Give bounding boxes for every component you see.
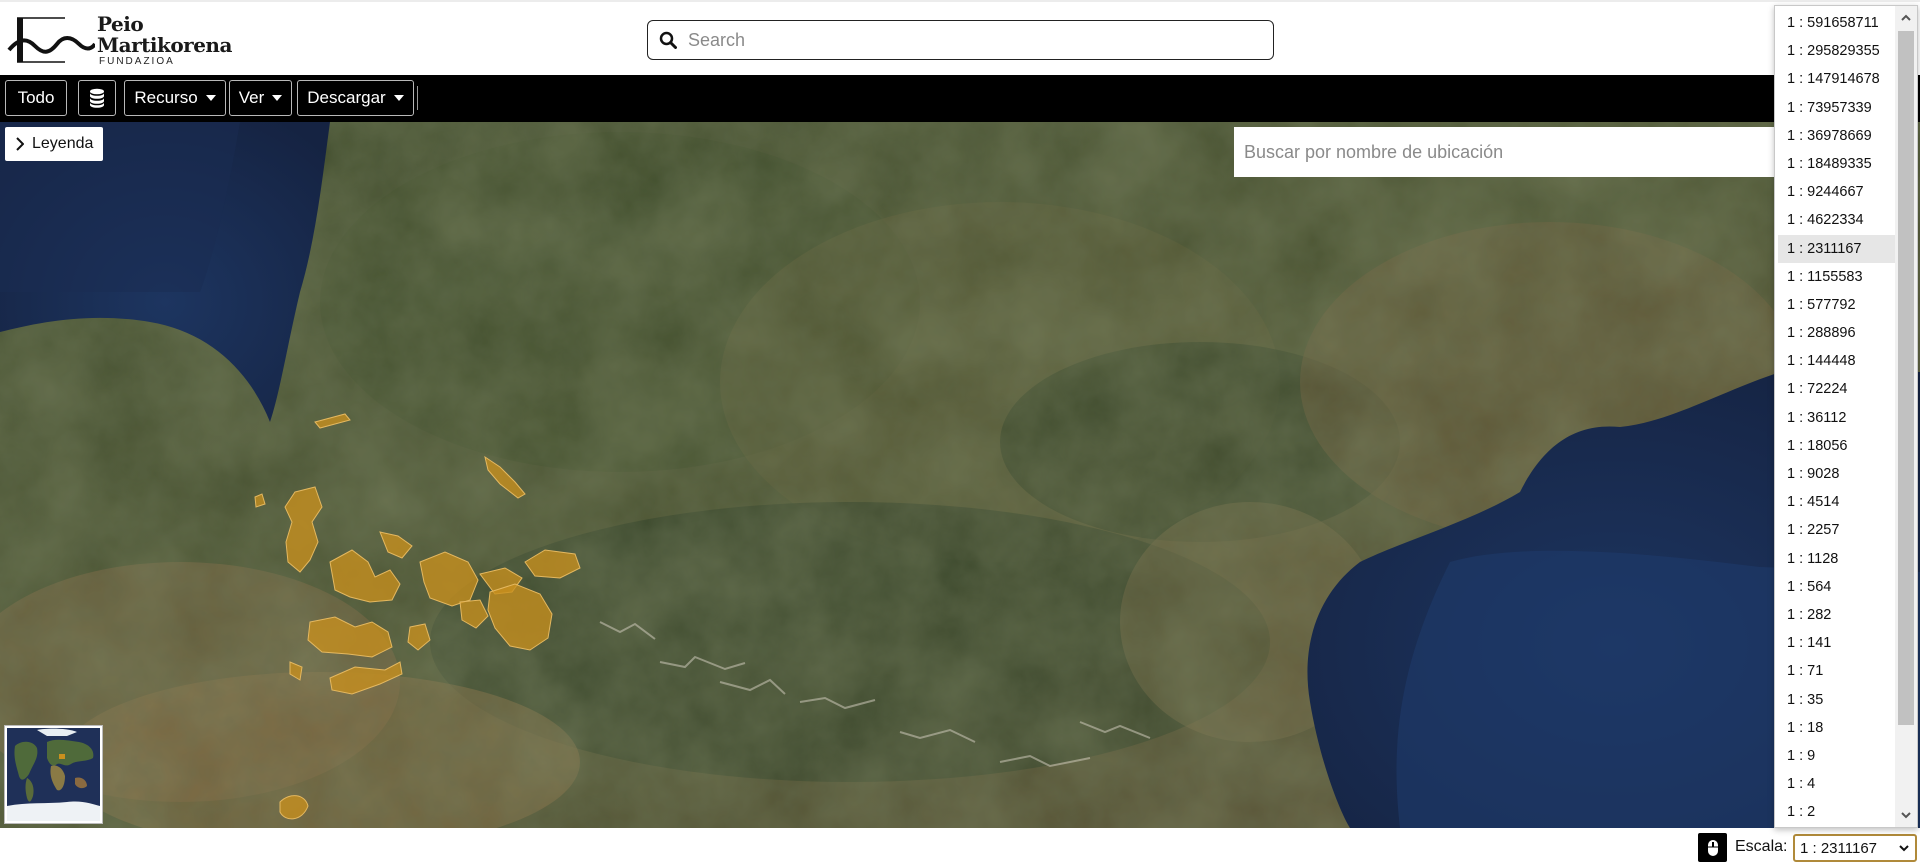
scrollbar-track[interactable] — [1895, 6, 1917, 827]
scale-option[interactable]: 1 : 18 — [1778, 714, 1896, 742]
location-search-input[interactable] — [1244, 141, 1764, 163]
resource-dropdown-label: Recurso — [134, 88, 198, 107]
scale-option[interactable]: 1 : 141 — [1778, 629, 1896, 657]
logo[interactable]: Peio Martikorena FUNDAZIOA — [5, 12, 235, 68]
logo-mark-icon — [7, 17, 95, 63]
scale-option[interactable]: 1 : 144448 — [1778, 347, 1896, 375]
scale-option[interactable]: 1 : 282 — [1778, 601, 1896, 629]
scale-option[interactable]: 1 : 288896 — [1778, 319, 1896, 347]
toolbar-divider — [417, 86, 418, 110]
scale-options: 1 : 591658711 1 : 295829355 1 : 147914678 1… — [1778, 9, 1896, 826]
logo-subtitle: FUNDAZIOA — [99, 56, 175, 67]
chevron-down-icon — [1899, 845, 1909, 852]
legend-label: Leyenda — [32, 135, 94, 152]
scale-option[interactable]: 1 : 36978669 — [1778, 122, 1896, 150]
scale-option[interactable]: 1 : 72224 — [1778, 375, 1896, 403]
scale-select-value: 1 : 2311167 — [1800, 839, 1878, 857]
search-input[interactable] — [688, 29, 1248, 51]
mouse-coordinates-button[interactable] — [1698, 833, 1727, 862]
caret-down-icon — [272, 95, 283, 101]
mouse-icon — [1707, 839, 1718, 856]
scale-option[interactable]: 1 : 4622334 — [1778, 206, 1896, 234]
view-dropdown[interactable]: Ver — [229, 80, 292, 116]
scale-option[interactable]: 1 : 1155583 — [1778, 263, 1896, 291]
scale-option[interactable]: 1 : 36112 — [1778, 404, 1896, 432]
resource-dropdown[interactable]: Recurso — [124, 80, 226, 116]
scale-option[interactable]: 1 : 18056 — [1778, 432, 1896, 460]
logo-line1: Peio — [97, 12, 144, 36]
legend-toggle-button[interactable]: Leyenda — [5, 127, 104, 161]
scale-option[interactable]: 1 : 9244667 — [1778, 178, 1896, 206]
toolbar: Todo Recurso Ver Descargar — [0, 75, 1920, 122]
database-icon — [90, 88, 104, 108]
download-dropdown-label: Descargar — [307, 88, 386, 107]
search-icon[interactable] — [648, 21, 688, 59]
global-search — [647, 20, 1274, 60]
overview-map[interactable] — [5, 726, 102, 823]
all-button[interactable]: Todo — [5, 80, 67, 116]
location-search — [1234, 127, 1774, 177]
caret-down-icon — [205, 95, 216, 101]
chevron-right-icon — [16, 137, 24, 151]
world-overview-map — [7, 728, 100, 821]
scale-option[interactable]: 1 : 9028 — [1778, 460, 1896, 488]
view-dropdown-label: Ver — [238, 88, 265, 107]
scale-option[interactable]: 1 : 591658711 — [1778, 9, 1896, 37]
scroll-down-icon[interactable] — [1899, 808, 1913, 822]
scale-option[interactable]: 1 : 9 — [1778, 742, 1896, 770]
header: Peio Martikorena FUNDAZIOA — [0, 0, 1920, 75]
scale-option[interactable]: 1 : 1128 — [1778, 545, 1896, 573]
scale-option[interactable]: 1 : 2 — [1778, 798, 1896, 826]
scale-select[interactable]: 1 : 2311167 — [1793, 834, 1917, 862]
scale-option[interactable]: 1 : 295829355 — [1778, 37, 1896, 65]
layers-button[interactable] — [78, 80, 116, 116]
scale-option[interactable]: 1 : 2311167 — [1778, 234, 1896, 263]
scale-option[interactable]: 1 : 4514 — [1778, 488, 1896, 516]
scale-option[interactable]: 1 : 18489335 — [1778, 150, 1896, 178]
scale-dropdown-list[interactable]: 1 : 591658711 1 : 295829355 1 : 147914678 1… — [1774, 5, 1918, 828]
satellite-basemap — [0, 122, 1920, 828]
caret-down-icon — [393, 95, 404, 101]
scale-option[interactable]: 1 : 4 — [1778, 770, 1896, 798]
download-dropdown[interactable]: Descargar — [297, 80, 414, 116]
all-button-label: Todo — [17, 88, 55, 107]
scale-option[interactable]: 1 : 73957339 — [1778, 94, 1896, 122]
scale-option[interactable]: 1 : 71 — [1778, 657, 1896, 685]
scale-option[interactable]: 1 : 35 — [1778, 686, 1896, 714]
status-bar: Escala: 1 : 2311167 — [0, 828, 1920, 866]
scrollbar-thumb[interactable] — [1898, 31, 1914, 725]
scale-option[interactable]: 1 : 147914678 — [1778, 65, 1896, 93]
scale-option[interactable]: 1 : 2257 — [1778, 516, 1896, 544]
scale-label: Escala: — [1735, 838, 1788, 855]
scale-option[interactable]: 1 : 564 — [1778, 573, 1896, 601]
map-view[interactable]: Leyenda — [0, 122, 1920, 828]
scroll-up-icon[interactable] — [1899, 11, 1913, 25]
logo-line2: Martikorena — [97, 33, 232, 57]
scale-option[interactable]: 1 : 577792 — [1778, 291, 1896, 319]
